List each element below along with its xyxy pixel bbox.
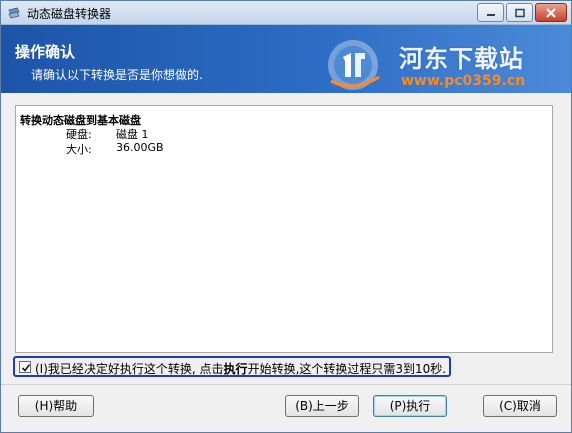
window-title: 动态磁盘转换器 <box>27 7 112 21</box>
cancel-button[interactable]: (C)取消 <box>483 395 557 417</box>
summary-panel: 转换动态磁盘到基本磁盘 硬盘: 磁盘 1 大小: 36.00GB <box>15 105 553 353</box>
confirm-checkbox[interactable] <box>19 361 31 373</box>
execute-button[interactable]: (P)执行 <box>373 395 447 417</box>
confirm-checkbox-row[interactable]: (I)我已经决定好执行这个转换, 点击执行开始转换,这个转换过程只需3到10秒. <box>13 356 451 377</box>
page-title: 操作确认 <box>15 43 76 61</box>
footer-divider <box>1 384 571 385</box>
confirm-text-bold: 执行 <box>223 362 248 376</box>
disk-label: 硬盘: <box>66 128 92 141</box>
watermark-site-name: 河东下载站 <box>399 45 524 73</box>
help-button[interactable]: (H)帮助 <box>18 395 94 417</box>
maximize-icon <box>514 8 525 17</box>
page-subtitle: 请确认以下转换是否是你想做的. <box>31 68 203 82</box>
size-label: 大小: <box>66 143 92 156</box>
minimize-icon <box>486 13 495 16</box>
confirm-label: (I)我已经决定好执行这个转换, 点击执行开始转换,这个转换过程只需3到10秒. <box>35 360 446 377</box>
close-button[interactable] <box>535 3 567 22</box>
confirm-text-prefix: (I)我已经决定好执行这个转换, 点击 <box>35 362 224 376</box>
confirm-text-suffix: 开始转换,这个转换过程只需3到10秒. <box>247 362 447 376</box>
app-icon <box>7 6 21 20</box>
dialog-window: 动态磁盘转换器 操作确认 请确认以下转换是否是你想做的. 河东下载站 www.p… <box>0 0 572 433</box>
back-button[interactable]: (B)上一步 <box>285 395 359 417</box>
disk-value: 磁盘 1 <box>116 128 149 141</box>
watermark-url: www.pc0359.cn <box>401 73 526 89</box>
header-banner: 操作确认 请确认以下转换是否是你想做的. 河东下载站 www.pc0359.cn <box>1 25 571 93</box>
title-bar[interactable]: 动态磁盘转换器 <box>1 1 571 25</box>
maximize-button[interactable] <box>506 3 533 22</box>
checkmark-icon <box>21 364 31 372</box>
watermark-logo-icon <box>328 40 380 90</box>
close-icon <box>546 7 556 18</box>
minimize-button[interactable] <box>477 3 504 22</box>
size-value: 36.00GB <box>116 141 164 154</box>
